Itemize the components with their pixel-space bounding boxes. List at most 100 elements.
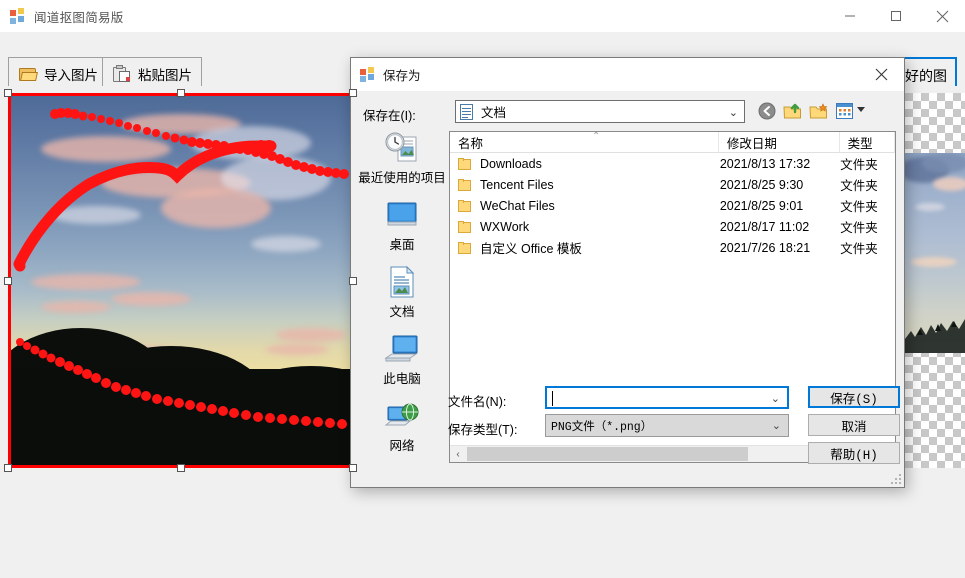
file-list-rows: Downloads 2021/8/13 17:32 文件夹 Tencent Fi…: [450, 153, 895, 258]
paste-clipboard-icon: [112, 65, 132, 83]
places-bar: 最近使用的项目 桌面 文档 此电脑 网络: [357, 131, 447, 463]
new-folder-icon[interactable]: [807, 100, 830, 122]
table-row[interactable]: Tencent Files 2021/8/25 9:30 文件夹: [450, 174, 895, 195]
file-type-cell: 文件夹: [840, 221, 878, 235]
chevron-down-icon[interactable]: ⌄: [772, 419, 781, 432]
look-in-row: 保存在(I): 文档 ⌄: [351, 97, 904, 129]
sort-ascending-icon: ⌃: [592, 130, 601, 142]
file-type-combobox[interactable]: PNG文件（*.png） ⌄: [545, 414, 789, 437]
file-name-cell: WeChat Files: [450, 199, 720, 213]
chevron-down-icon[interactable]: ⌄: [729, 106, 738, 119]
file-date-cell: 2021/8/25 9:01: [719, 198, 804, 213]
save-button[interactable]: 保存(S): [808, 386, 900, 408]
recent-items-icon: [385, 131, 419, 165]
views-grid-icon[interactable]: [833, 100, 856, 122]
up-one-level-icon[interactable]: [781, 100, 804, 122]
sidebar-item-label: 桌面: [389, 238, 415, 252]
look-in-combobox[interactable]: 文档 ⌄: [455, 100, 745, 123]
desktop-icon: [385, 198, 419, 232]
sidebar-item-label: 最近使用的项目: [358, 171, 446, 185]
this-pc-icon: [384, 332, 420, 366]
help-button[interactable]: 帮助(H): [808, 442, 900, 464]
file-name-cell: WXWork: [450, 220, 720, 234]
look-in-value: 文档: [481, 106, 507, 120]
file-date-cell: 2021/8/17 11:02: [719, 219, 810, 234]
resize-handle-w[interactable]: [4, 277, 12, 285]
table-row[interactable]: 自定义 Office 模板 2021/7/26 18:21 文件夹: [450, 237, 895, 258]
cancel-button[interactable]: 取消: [808, 414, 900, 436]
app-title: 闻道抠图简易版: [34, 10, 124, 25]
sidebar-item-recent[interactable]: 最近使用的项目: [357, 131, 447, 197]
back-arrow-icon[interactable]: [755, 100, 778, 122]
file-list-header: 名称 ⌃ 修改日期 类型: [450, 130, 895, 153]
folder-icon: [458, 178, 473, 191]
table-row[interactable]: WXWork 2021/8/17 11:02 文件夹: [450, 216, 895, 237]
column-header-name[interactable]: 名称 ⌃: [450, 130, 719, 153]
column-header-date[interactable]: 修改日期: [719, 131, 840, 153]
cutout-image: [905, 153, 965, 353]
source-photo[interactable]: [11, 96, 350, 465]
table-row[interactable]: WeChat Files 2021/8/25 9:01 文件夹: [450, 195, 895, 216]
resize-handle-e[interactable]: [349, 277, 357, 285]
file-type-value: PNG文件（*.png）: [551, 420, 653, 434]
resize-handle-s[interactable]: [177, 464, 185, 472]
file-date-cell: 2021/8/25 9:30: [719, 177, 804, 192]
file-type-cell: 文件夹: [840, 200, 878, 214]
import-image-label: 导入图片: [44, 68, 98, 83]
file-name-cell: Downloads: [450, 157, 720, 171]
sidebar-item-this-pc[interactable]: 此电脑: [357, 332, 447, 398]
sidebar-item-network[interactable]: 网络: [357, 399, 447, 465]
file-name-cell: 自定义 Office 模板: [450, 238, 720, 257]
dialog-title: 保存为: [383, 69, 421, 83]
resize-handle-sw[interactable]: [4, 464, 12, 472]
close-icon[interactable]: [919, 0, 965, 32]
column-header-type[interactable]: 类型: [840, 131, 895, 153]
resize-handle-se[interactable]: [349, 464, 357, 472]
dialog-resize-grip[interactable]: [889, 472, 901, 484]
chevron-down-icon[interactable]: ⌄: [771, 392, 780, 405]
sidebar-item-label: 文档: [389, 305, 415, 319]
dialog-titlebar: 保存为: [351, 58, 904, 91]
source-image-selection[interactable]: [4, 89, 357, 472]
file-date-cell: 2021/8/13 17:32: [719, 156, 811, 171]
resize-handle-n[interactable]: [177, 89, 185, 97]
file-type-label: 保存类型(T):: [448, 423, 518, 437]
network-icon: [384, 399, 420, 433]
table-row[interactable]: Downloads 2021/8/13 17:32 文件夹: [450, 153, 895, 174]
maximize-icon[interactable]: [873, 0, 919, 32]
app-titlebar: 闻道抠图简易版: [0, 0, 965, 32]
window-controls: [827, 0, 965, 32]
text-cursor: [552, 391, 553, 406]
sidebar-item-label: 网络: [389, 439, 415, 453]
sidebar-item-desktop[interactable]: 桌面: [357, 198, 447, 264]
resize-handle-ne[interactable]: [349, 89, 357, 97]
file-name-input[interactable]: ⌄: [545, 386, 789, 409]
documents-icon: [460, 103, 474, 120]
folder-icon: [458, 199, 473, 212]
folder-icon: [458, 220, 473, 233]
look-in-label: 保存在(I):: [363, 109, 416, 123]
sidebar-item-label: 此电脑: [383, 372, 421, 386]
chevron-down-icon[interactable]: [857, 107, 865, 112]
file-name-cell: Tencent Files: [450, 178, 720, 192]
sidebar-item-documents[interactable]: 文档: [357, 265, 447, 331]
paste-image-label: 粘贴图片: [138, 68, 192, 83]
close-icon[interactable]: [858, 58, 904, 91]
scrollbar-thumb[interactable]: [467, 447, 748, 461]
file-type-cell: 文件夹: [840, 179, 878, 193]
resize-handle-nw[interactable]: [4, 89, 12, 97]
file-date-cell: 2021/7/26 18:21: [719, 240, 811, 255]
documents-icon: [388, 265, 416, 299]
folder-icon: [458, 157, 473, 170]
scroll-left-icon[interactable]: ‹: [450, 446, 466, 462]
minimize-icon[interactable]: [827, 0, 873, 32]
app-logo-icon: [10, 8, 26, 24]
cutout-preview-panel[interactable]: [905, 93, 965, 468]
file-type-cell: 文件夹: [840, 158, 878, 172]
file-name-label: 文件名(N):: [448, 395, 507, 409]
file-type-cell: 文件夹: [840, 242, 878, 256]
folder-icon: [458, 241, 473, 254]
open-folder-icon: [18, 65, 38, 83]
app-logo-icon: [360, 67, 375, 82]
selection-strokes: [13, 108, 349, 429]
